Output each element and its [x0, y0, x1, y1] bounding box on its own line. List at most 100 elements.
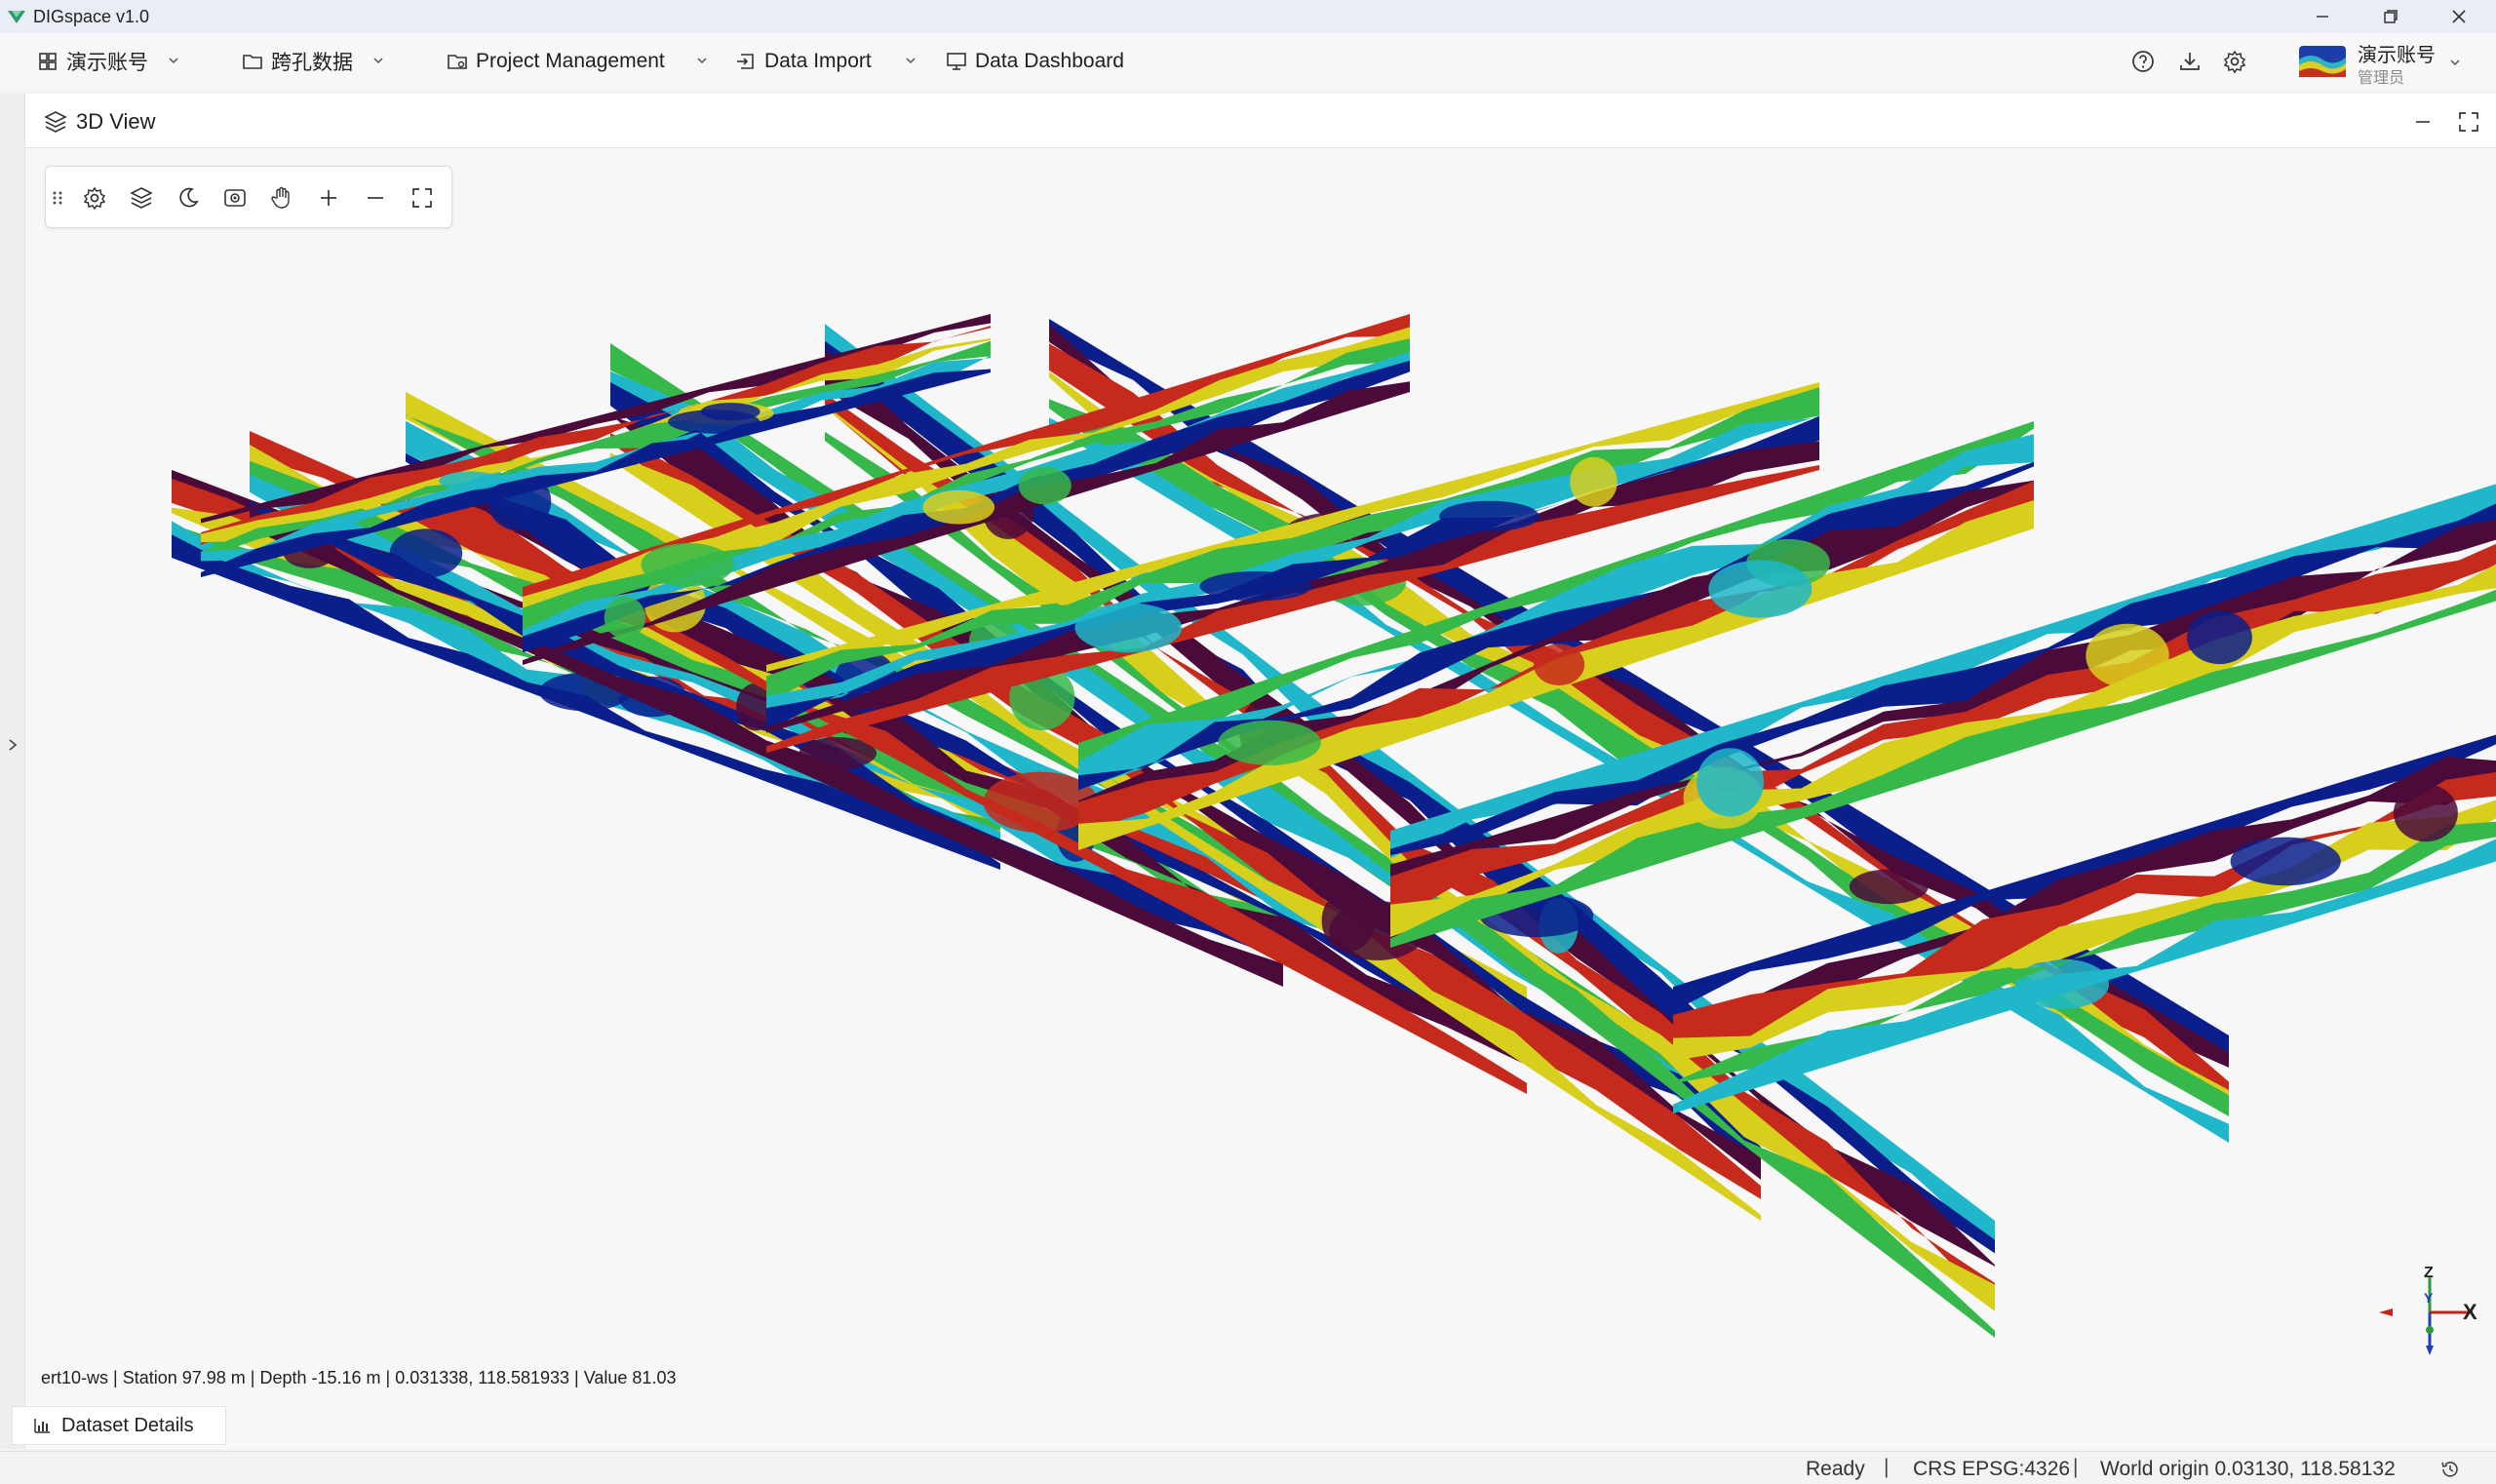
monitor-icon — [947, 53, 966, 70]
resistivity-anomaly — [922, 489, 994, 525]
resistivity-anomaly — [2186, 610, 2252, 665]
menu-data-dashboard[interactable]: Data Dashboard — [946, 33, 1124, 90]
chevron-down-icon[interactable] — [2445, 53, 2465, 72]
drag-handle-icon — [53, 191, 62, 205]
zoom-out-button[interactable] — [360, 182, 391, 214]
restore-icon — [2384, 10, 2398, 23]
menu-crosshole-data[interactable]: 跨孔数据 — [242, 33, 353, 90]
panel-title: 3D View — [76, 109, 156, 134]
axis-origin-dot — [2426, 1326, 2434, 1334]
minimize-icon — [2317, 16, 2328, 18]
download-button[interactable] — [2174, 46, 2205, 77]
neg-x-arrow-icon — [2379, 1308, 2393, 1316]
layers-icon — [130, 187, 153, 209]
title-bar: DIGspace v1.0 — [0, 0, 2496, 33]
status-crs: CRS EPSG:4326 — [1913, 1458, 2071, 1480]
chevron-down-icon[interactable] — [901, 51, 920, 70]
resistivity-anomaly — [1018, 466, 1072, 505]
resistivity-anomaly — [668, 410, 760, 434]
minimize-panel-icon[interactable] — [2412, 111, 2434, 133]
layers-icon — [44, 111, 67, 133]
panel-header: 3D View — [25, 94, 2496, 148]
theme-toggle-button[interactable] — [173, 182, 204, 214]
hand-pan-icon — [271, 186, 290, 209]
cursor-readout: ert10-ws | Station 97.98 m | Depth -15.1… — [41, 1368, 677, 1387]
neg-y-arrow-icon — [2426, 1346, 2434, 1355]
status-bar: Ready | CRS EPSG:4326 | World origin 0.0… — [0, 1451, 2496, 1484]
menu-dashboard-label: Data Dashboard — [975, 50, 1124, 72]
chevron-right-icon — [9, 739, 18, 751]
left-sidebar-toggle[interactable] — [0, 94, 25, 1449]
menu-project-label: Project Management — [476, 50, 665, 72]
fullscreen-icon — [412, 188, 432, 208]
menu-import-label: Data Import — [764, 50, 872, 72]
view-settings-button[interactable] — [79, 182, 110, 214]
menu-data-import[interactable]: Data Import — [735, 33, 872, 90]
zoom-in-icon — [321, 190, 336, 206]
camera-icon — [224, 189, 246, 207]
help-icon — [2132, 51, 2154, 72]
status-separator: | — [2073, 1456, 2079, 1478]
chevron-down-icon[interactable] — [369, 51, 388, 70]
snapshot-button[interactable] — [219, 182, 251, 214]
import-icon — [737, 54, 754, 69]
x-axis-label: X — [2463, 1300, 2477, 1324]
folder-icon — [243, 55, 262, 69]
status-separator: | — [1884, 1456, 1890, 1478]
resistivity-anomaly — [1708, 560, 1813, 618]
settings-button[interactable] — [2219, 46, 2250, 77]
3d-viewport[interactable] — [25, 148, 2496, 1396]
resistivity-anomaly — [1218, 720, 1321, 765]
moon-icon — [179, 187, 199, 208]
resistivity-anomaly — [1849, 869, 1929, 905]
dataset-details-label: Dataset Details — [61, 1414, 194, 1436]
zoom-in-button[interactable] — [313, 182, 344, 214]
resistivity-anomaly — [2230, 837, 2341, 886]
close-button[interactable] — [2426, 0, 2492, 33]
close-icon — [2452, 10, 2466, 23]
layers-button[interactable] — [126, 182, 157, 214]
fullscreen-icon[interactable] — [2457, 110, 2480, 134]
resistivity-anomaly — [1074, 603, 1183, 653]
dataset-details-tab[interactable]: Dataset Details — [12, 1406, 226, 1445]
folder-settings-icon — [448, 55, 467, 69]
download-icon — [2180, 53, 2200, 70]
resistivity-anomaly — [604, 596, 646, 640]
view-toolbar — [45, 166, 452, 228]
resistivity-anomaly — [1533, 644, 1585, 685]
resistivity-anomaly — [1696, 748, 1765, 817]
user-role: 管理员 — [2358, 70, 2405, 87]
menu-crosshole-label: 跨孔数据 — [271, 52, 353, 74]
resistivity-anomaly — [439, 471, 501, 490]
menu-account-label: 演示账号 — [66, 52, 148, 74]
gear-icon — [83, 186, 106, 211]
menu-account[interactable]: 演示账号 — [37, 33, 148, 90]
y-axis-label: Y — [2424, 1290, 2434, 1306]
minimize-button[interactable] — [2289, 0, 2356, 33]
resistivity-anomaly — [641, 543, 734, 587]
bar-chart-icon — [34, 1419, 50, 1433]
restore-button[interactable] — [2358, 0, 2424, 33]
chevron-down-icon[interactable] — [692, 51, 712, 70]
drag-handle[interactable] — [48, 182, 67, 214]
window-title: DIGspace v1.0 — [33, 6, 150, 26]
help-button[interactable] — [2127, 46, 2159, 77]
avatar[interactable] — [2299, 46, 2346, 77]
resistivity-anomaly — [1439, 500, 1540, 532]
menu-project-management[interactable]: Project Management — [447, 33, 665, 90]
app-logo-icon — [8, 11, 25, 23]
status-ready: Ready — [1806, 1458, 1865, 1480]
status-world-origin: World origin 0.03130, 118.58132 — [2100, 1458, 2396, 1480]
history-icon[interactable] — [2439, 1459, 2461, 1480]
resistivity-anomaly — [2393, 784, 2458, 842]
resistivity-anomaly — [2086, 623, 2169, 688]
axis-gizmo[interactable]: Z Y X — [2379, 1264, 2486, 1357]
pan-button[interactable] — [266, 182, 297, 214]
zoom-out-icon — [368, 197, 383, 199]
user-name[interactable]: 演示账号 — [2358, 39, 2436, 67]
chevron-down-icon[interactable] — [164, 51, 183, 70]
resistivity-anomaly — [1199, 571, 1312, 602]
menu-bar: 演示账号 跨孔数据 Project Management Data Import… — [0, 33, 2496, 90]
fit-view-button[interactable] — [407, 182, 438, 214]
resistivity-anomaly — [389, 528, 463, 578]
